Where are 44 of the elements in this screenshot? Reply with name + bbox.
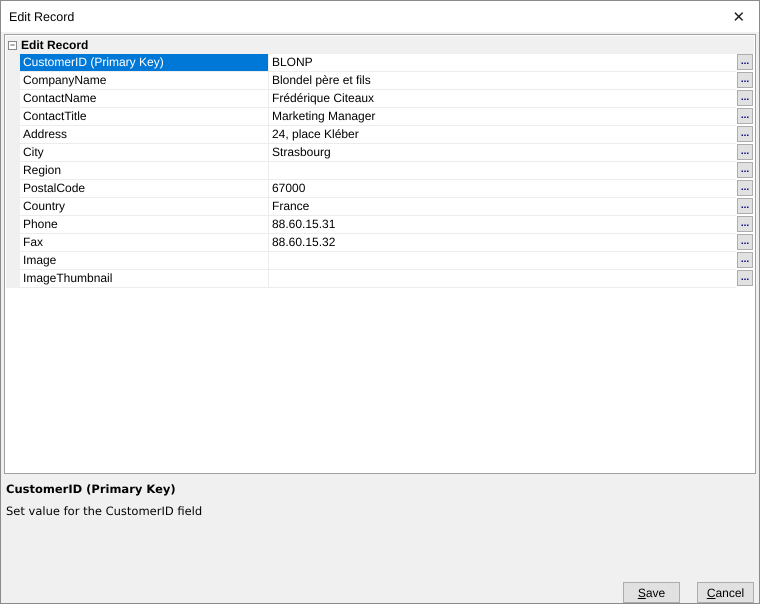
property-name[interactable]: Image [20,252,269,270]
property-value[interactable]: BLONP [269,54,736,72]
property-value[interactable]: 88.60.15.32 [269,234,736,252]
browse-button[interactable]: ... [737,54,753,70]
browse-button[interactable]: ... [737,270,753,286]
property-name[interactable]: ContactTitle [20,108,269,126]
browse-button[interactable]: ... [737,126,753,142]
property-value[interactable]: Blondel père et fils [269,72,736,90]
property-value[interactable]: France [269,198,736,216]
property-name[interactable]: PostalCode [20,180,269,198]
browse-button[interactable]: ... [737,144,753,160]
browse-button[interactable]: ... [737,72,753,88]
property-name[interactable]: ContactName [20,90,269,108]
browse-button[interactable]: ... [737,162,753,178]
browse-button[interactable]: ... [737,108,753,124]
property-value[interactable]: 24, place Kléber [269,126,736,144]
property-name[interactable]: Region [20,162,269,180]
property-value[interactable]: Frédérique Citeaux [269,90,736,108]
property-name[interactable]: City [20,144,269,162]
category-label: Edit Record [21,38,88,52]
collapse-toggle[interactable]: − [8,40,17,50]
browse-button[interactable]: ... [737,180,753,196]
property-name[interactable]: Address [20,126,269,144]
close-button[interactable]: ✕ [719,1,759,32]
property-name[interactable]: ImageThumbnail [20,270,269,288]
window-title: Edit Record [9,10,74,24]
browse-button[interactable]: ... [737,198,753,214]
property-name[interactable]: Fax [20,234,269,252]
description-title: CustomerID (Primary Key) [6,482,177,496]
save-button[interactable]: Save [623,582,680,603]
property-value[interactable]: Marketing Manager [269,108,736,126]
browse-button[interactable]: ... [737,216,753,232]
property-value[interactable]: 67000 [269,180,736,198]
property-name[interactable]: CompanyName [20,72,269,90]
property-name[interactable]: CustomerID (Primary Key) [20,54,269,72]
property-name[interactable]: Country [20,198,269,216]
property-name[interactable]: Phone [20,216,269,234]
property-value[interactable]: 88.60.15.31 [269,216,736,234]
property-value[interactable]: Strasbourg [269,144,736,162]
browse-button[interactable]: ... [737,252,753,268]
browse-button[interactable]: ... [737,234,753,250]
description-text: Set value for the CustomerID field [6,504,204,518]
browse-button[interactable]: ... [737,90,753,106]
cancel-button[interactable]: Cancel [697,582,754,603]
